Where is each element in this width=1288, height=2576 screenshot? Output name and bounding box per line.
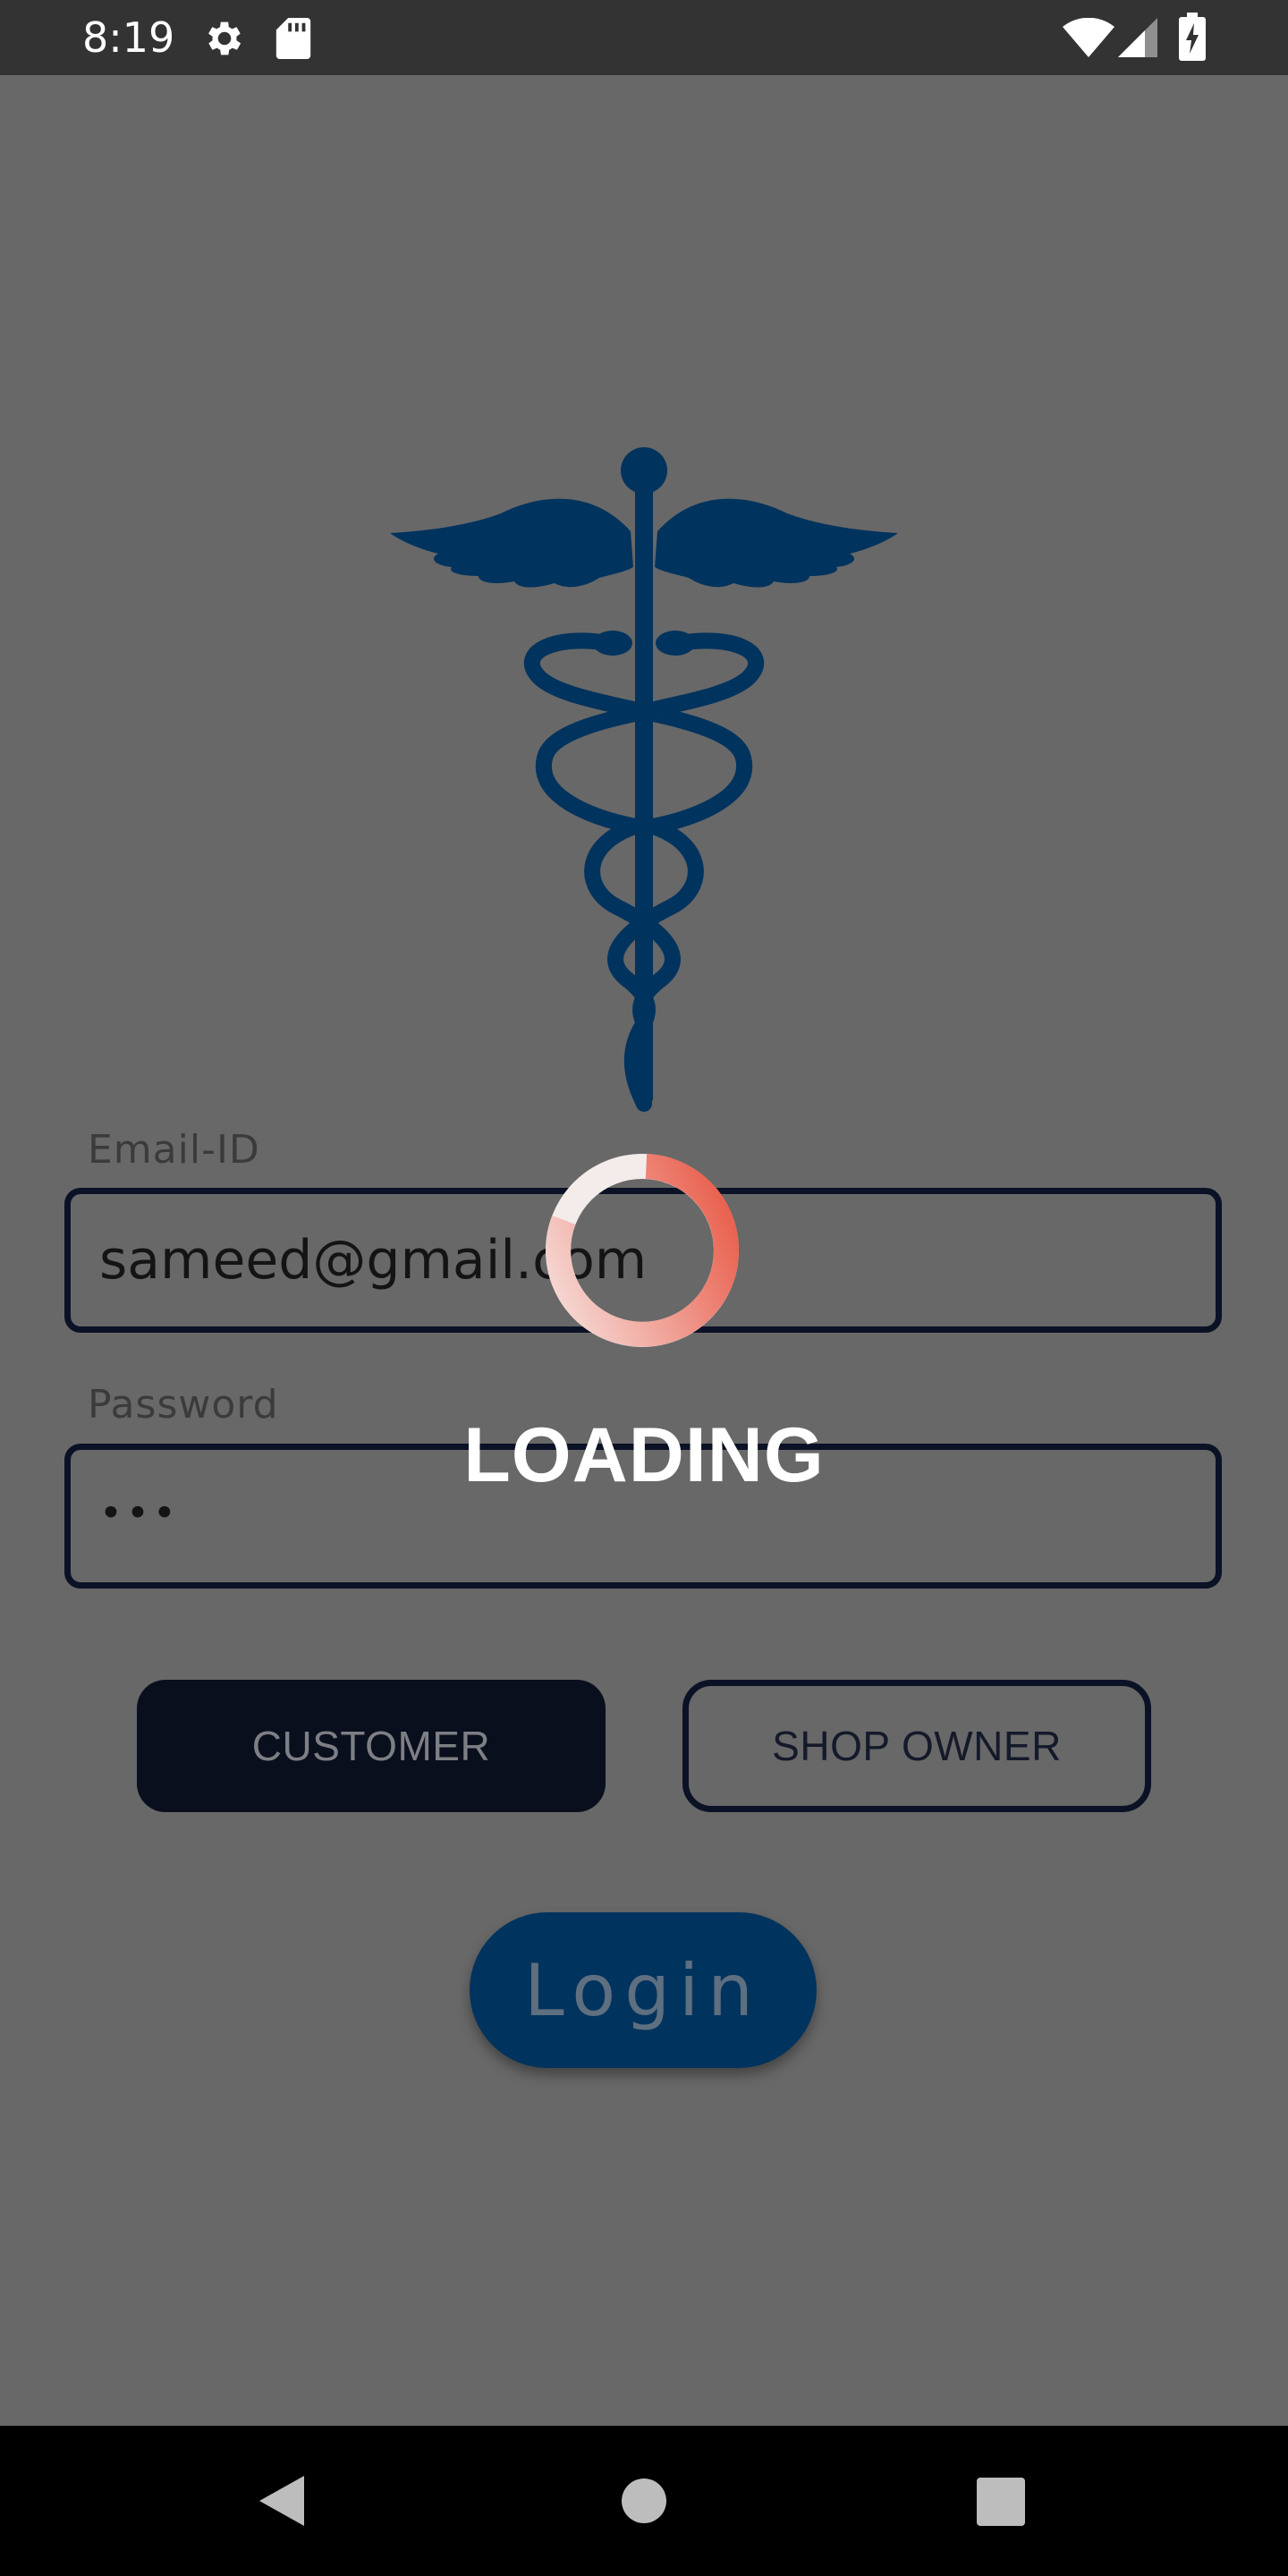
login-screen: Email-ID sameed@gmail.com Password ••• C… xyxy=(0,75,1288,2426)
navigation-bar xyxy=(0,2426,1288,2576)
customer-role-label: CUSTOMER xyxy=(251,1723,491,1769)
customer-role-button[interactable]: CUSTOMER xyxy=(137,1680,606,1812)
email-label: Email-ID xyxy=(88,1127,260,1173)
gear-icon xyxy=(208,21,242,55)
loading-text: LOADING xyxy=(463,1412,825,1498)
recents-icon[interactable] xyxy=(977,2478,1025,2526)
sd-card-icon xyxy=(275,18,311,59)
status-time: 8:19 xyxy=(82,13,175,62)
back-icon[interactable] xyxy=(258,2474,308,2528)
shop-owner-role-button[interactable]: SHOP OWNER xyxy=(682,1680,1151,1812)
shop-owner-role-label: SHOP OWNER xyxy=(772,1723,1062,1769)
cell-signal-icon xyxy=(1118,18,1157,57)
loading-spinner-icon xyxy=(546,1153,740,1347)
login-label: Login xyxy=(524,1948,762,2032)
status-bar: 8:19 xyxy=(0,0,1288,75)
caduceus-logo-icon xyxy=(390,447,898,1112)
home-icon[interactable] xyxy=(621,2478,667,2524)
wifi-icon xyxy=(1063,18,1114,57)
battery-charging-icon xyxy=(1179,13,1206,61)
login-button[interactable]: Login xyxy=(470,1912,817,2068)
app-screen: 8:19 Email-ID sameed@gmail.com Password … xyxy=(0,0,1288,2576)
